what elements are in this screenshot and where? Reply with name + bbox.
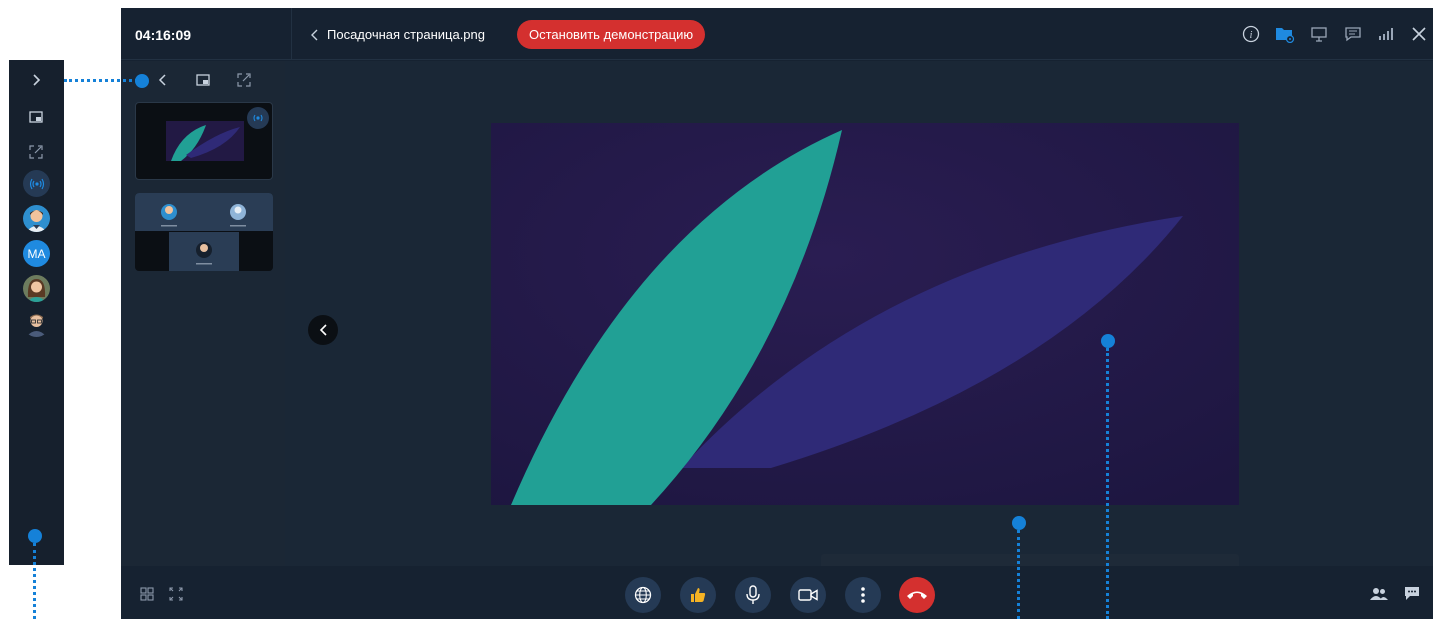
microphone-button[interactable] bbox=[735, 577, 771, 613]
participants-grid-thumbnail[interactable] bbox=[135, 193, 273, 271]
conference-window: 04:16:09 Посадочная страница.png Останов… bbox=[121, 8, 1433, 619]
svg-text:i: i bbox=[1250, 30, 1253, 41]
collapsed-participants-strip: MA bbox=[9, 60, 64, 565]
collapse-chevron-icon[interactable] bbox=[157, 73, 167, 87]
divider bbox=[291, 8, 292, 60]
annotation-marker bbox=[135, 74, 149, 88]
screen-share-thumbnail[interactable] bbox=[135, 102, 273, 180]
picture-in-picture-icon[interactable] bbox=[196, 74, 210, 86]
signal-strength-icon[interactable] bbox=[1375, 23, 1397, 45]
annotation-marker bbox=[1012, 516, 1026, 530]
video-camera-icon bbox=[798, 589, 818, 601]
broadcast-icon[interactable] bbox=[23, 170, 50, 197]
popout-icon[interactable] bbox=[237, 73, 251, 87]
annotation-marker bbox=[1101, 334, 1115, 348]
translation-button[interactable] bbox=[625, 577, 661, 613]
annotation-leader-line bbox=[33, 543, 36, 619]
expand-chevron-icon[interactable] bbox=[24, 68, 48, 92]
thumbs-up-icon bbox=[691, 588, 706, 602]
popout-icon[interactable] bbox=[24, 140, 48, 164]
camera-button[interactable] bbox=[790, 577, 826, 613]
participant-avatar[interactable] bbox=[23, 310, 50, 337]
participants-icon[interactable] bbox=[1370, 587, 1388, 601]
stop-demo-button[interactable]: Остановить демонстрацию bbox=[517, 20, 706, 49]
annotation-marker bbox=[28, 529, 42, 543]
shared-file-name: Посадочная страница.png bbox=[327, 27, 485, 42]
more-options-button[interactable] bbox=[845, 577, 881, 613]
chevron-left-icon bbox=[311, 29, 318, 40]
participant-avatar[interactable] bbox=[23, 205, 50, 232]
end-call-button[interactable] bbox=[899, 577, 935, 613]
shared-files-icon[interactable] bbox=[1274, 23, 1296, 45]
annotation-leader-line bbox=[64, 79, 138, 82]
call-controls-bar bbox=[121, 566, 1433, 619]
thumbnails-panel bbox=[121, 61, 285, 566]
shared-content-stage: 100 % bbox=[285, 61, 1433, 602]
screen-share-icon[interactable] bbox=[1308, 23, 1330, 45]
shared-image-slide bbox=[491, 123, 1239, 505]
previous-slide-button[interactable] bbox=[308, 315, 338, 345]
participant-avatar[interactable] bbox=[23, 275, 50, 302]
picture-in-picture-icon[interactable] bbox=[24, 105, 48, 129]
hang-up-icon bbox=[907, 591, 927, 599]
top-bar: 04:16:09 Посадочная страница.png Останов… bbox=[121, 8, 1433, 60]
chat-icon[interactable] bbox=[1404, 586, 1420, 601]
chevron-left-icon bbox=[319, 324, 327, 336]
info-icon[interactable]: i bbox=[1240, 23, 1262, 45]
annotation-leader-line bbox=[1017, 530, 1020, 619]
chat-bubble-icon[interactable] bbox=[1342, 23, 1364, 45]
reaction-button[interactable] bbox=[680, 577, 716, 613]
call-timer: 04:16:09 bbox=[135, 27, 192, 43]
participant-avatar-initials[interactable]: MA bbox=[23, 240, 50, 267]
back-to-files-link[interactable]: Посадочная страница.png bbox=[311, 27, 485, 42]
microphone-icon bbox=[746, 585, 760, 604]
globe-icon bbox=[634, 586, 652, 604]
fullscreen-icon[interactable] bbox=[169, 587, 183, 601]
close-icon[interactable] bbox=[1408, 23, 1430, 45]
more-vertical-icon bbox=[861, 587, 865, 603]
grid-layout-icon[interactable] bbox=[140, 587, 154, 601]
annotation-leader-line bbox=[1106, 348, 1109, 619]
